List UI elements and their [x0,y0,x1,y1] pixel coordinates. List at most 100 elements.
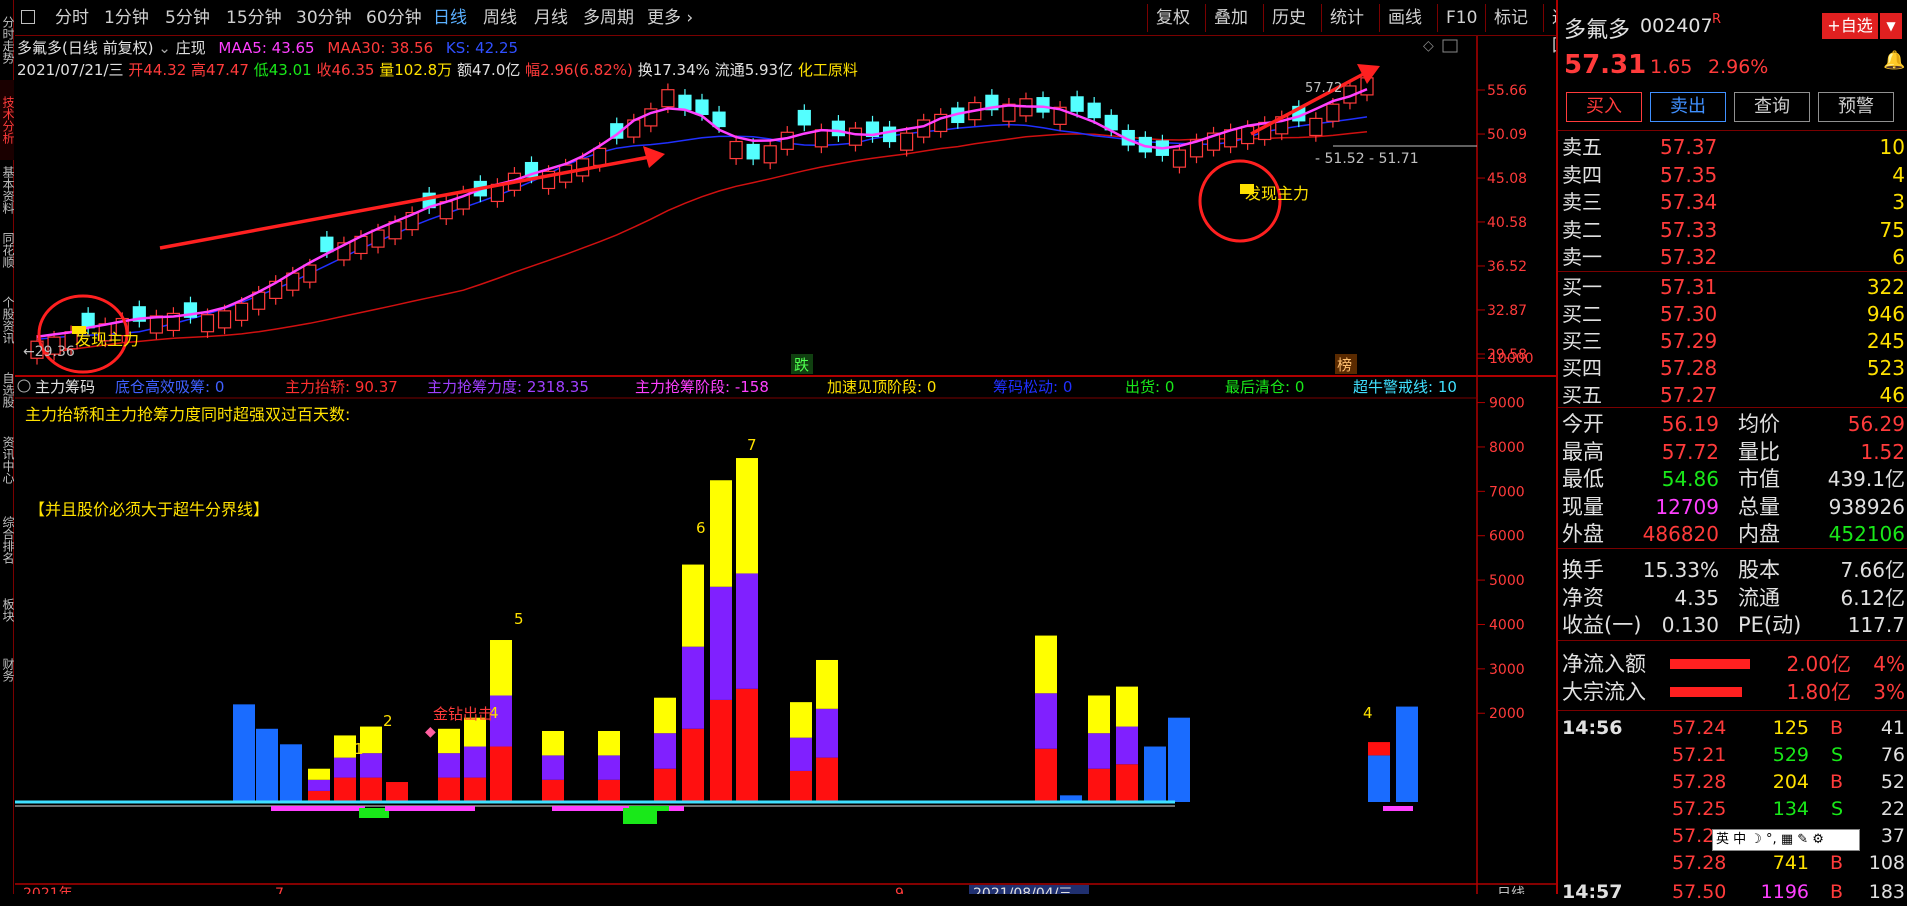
candle-body [217,310,232,329]
left-tab-0[interactable]: 分时走势 [0,0,14,80]
price-tick-5: 32.87 [1487,303,1527,319]
bid-row-3[interactable]: 买四 57.28 523 [1558,354,1907,382]
bid-row-1[interactable]: 买二 57.30 946 [1558,300,1907,328]
toolbar-lishi[interactable]: 历史 [1263,4,1314,32]
bar-red [816,757,838,802]
bang-label: 榜 [1337,356,1352,374]
low-price-label: ←29.36 [23,344,75,360]
bar-yellow [682,564,704,647]
alert-button[interactable]: 预警 [1818,92,1894,122]
bar-red [598,779,620,802]
sub-note-1: 主力抬轿和主力抢筹力度同时超强双过百天数: [25,405,350,424]
left-tab-9[interactable]: 财务 [0,640,14,700]
candle-body [371,229,385,248]
period-5min[interactable]: 5分钟 [165,6,210,30]
toolbar-tongji[interactable]: 统计 [1321,4,1372,32]
bar-annotation-1: 2 [383,712,393,730]
left-tab-5[interactable]: 自选股 [0,360,14,420]
candle-body [831,120,846,137]
query-button[interactable]: 查询 [1734,92,1810,122]
toolbar-huaxian[interactable]: 画线 [1379,4,1430,32]
stat-row-2: 最低 54.86 市值 439.1亿 [1562,467,1905,491]
period-multi[interactable]: 多周期 [583,6,634,30]
add-watchlist-button[interactable]: +自选 [1822,13,1878,39]
ask-row-2[interactable]: 卖三 57.34 3 [1558,188,1907,216]
ask-row-3-price: 57.33 [1660,217,1718,242]
range-label: - 51.52 - 51.71 [1315,151,1419,167]
bell-icon[interactable]: 🔔 [1883,50,1905,71]
left-vertical-tabs: 分时走势 技术分析 基本资料 同花顺 个股资讯 自选股 资讯中心 综合排名 板块… [0,0,14,894]
left-tab-1[interactable]: 技术分析 [0,80,14,160]
bar-annotation-0: 1 [354,740,364,758]
left-tab-7[interactable]: 综合排名 [0,500,14,580]
bar-blue [1368,755,1390,802]
candle-body [848,127,863,146]
left-tab-4[interactable]: 个股资讯 [0,280,14,360]
date-label-0: 2021年 [23,886,73,894]
maximize-icon[interactable] [1442,39,1458,53]
bid-row-2-price: 57.29 [1660,329,1718,353]
kline-y-axis: 55.6650.0945.0840.5836.5232.8729.58 [1477,83,1527,363]
toolbar-biaoji[interactable]: 标记 [1485,4,1536,32]
bid-row-4[interactable]: 买五 57.27 46 [1558,381,1907,409]
stock-flag: R [1712,12,1722,27]
bar-blue [1396,706,1418,802]
watchlist-dropdown-icon[interactable]: ▼ [1880,13,1902,39]
sell-button[interactable]: 卖出 [1650,92,1726,122]
period-daily[interactable]: 日线 [433,6,467,30]
bar-red [360,777,382,802]
bid-row-0-label: 买一 [1562,275,1602,299]
ask-row-0[interactable]: 卖五 57.37 10 [1558,133,1907,161]
bar-purple [1088,733,1110,769]
legend-qiangchou-jieduan: 主力抢筹阶段: -158 [635,378,769,396]
bar-yellow [334,735,356,758]
candle-body [303,264,317,283]
left-tab-6[interactable]: 资讯中心 [0,420,14,500]
period-fenshi[interactable]: 分时 [55,6,89,30]
ask-row-1[interactable]: 卖四 57.35 4 [1558,161,1907,189]
bar-yellow [438,728,460,754]
bar-red [334,777,356,802]
candle-body [729,140,743,160]
legend-jiasu: 加速见顶阶段: 0 [827,378,936,396]
ime-toolbar[interactable]: 英 中 ☽ °, ▦ ✎ ⚙ [1712,829,1860,851]
left-tab-3[interactable]: 同花顺 [0,220,14,280]
period-60min[interactable]: 60分钟 [366,6,422,30]
high-price-label: 57.72 [1305,81,1342,96]
period-monthly[interactable]: 月线 [534,6,568,30]
bid-row-0-vol: 322 [1866,275,1905,299]
candle-body [200,314,215,333]
bid-row-0[interactable]: 买一 57.31 322 [1558,273,1907,301]
toolbar-f10[interactable]: F10 [1437,4,1485,32]
period-1min[interactable]: 1分钟 [104,6,149,30]
ask-row-2-label: 卖三 [1562,190,1602,214]
sub-tick-7: 3000 [1489,662,1525,678]
bar-yellow [1116,686,1138,727]
period-more[interactable]: 更多 › [647,6,693,30]
diamond-icon[interactable]: ◇ [1423,38,1434,54]
ask-row-1-price: 57.35 [1660,162,1718,187]
toolbar-diejia[interactable]: 叠加 [1205,4,1256,32]
chart-area[interactable]: 发现主力 发现主力 ←29.36 57.72 - 51.52 - 51.71 跌… [15,36,1556,894]
candle-body [1087,102,1101,119]
bid-row-3-price: 57.28 [1660,356,1718,380]
bid-row-1-label: 买二 [1562,302,1602,326]
sub-chart-header: 主力筹码 底仓高效吸筹: 0 主力抬轿: 90.37 主力抢筹力度: 2318.… [17,378,1457,396]
toolbar-fuquan[interactable]: 复权 [1147,4,1198,32]
period-15min[interactable]: 15分钟 [226,6,282,30]
left-tab-2[interactable]: 基本资料 [0,160,14,220]
flow-row-1: 大宗流入 1.80亿 3% [1562,680,1905,704]
period-toolbar: 分时 1分钟 5分钟 15分钟 30分钟 60分钟 日线 周线 月线 多周期 更… [15,0,1578,56]
layout-toggle-icon[interactable] [21,10,35,24]
period-weekly[interactable]: 周线 [483,6,517,30]
ask-row-3[interactable]: 卖二 57.33 75 [1558,216,1907,244]
left-tab-8[interactable]: 板块 [0,580,14,640]
ask-row-2-vol: 3 [1892,190,1905,214]
ask-row-4[interactable]: 卖一 57.32 6 [1558,243,1907,271]
sub-tick-6: 4000 [1489,617,1525,633]
candle-body [763,145,777,164]
buy-button[interactable]: 买入 [1566,92,1642,122]
period-30min[interactable]: 30分钟 [296,6,352,30]
bid-row-2[interactable]: 买三 57.29 245 [1558,327,1907,355]
bar-blue [233,704,255,802]
